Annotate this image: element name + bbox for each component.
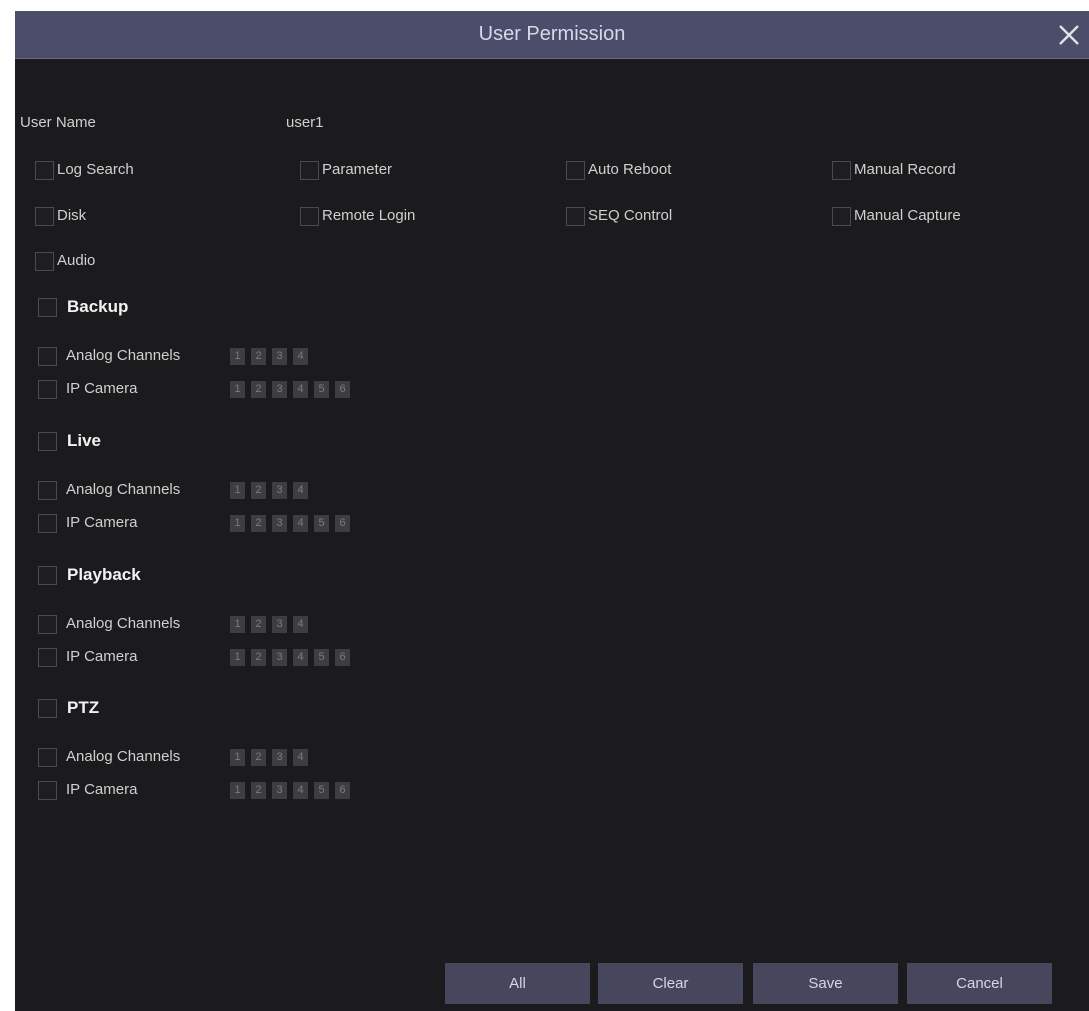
ptz-analog-checkbox[interactable] [38,748,57,767]
seq-control-label: SEQ Control [588,207,673,224]
live-analog-checkbox[interactable] [38,481,57,500]
backup-analog-checkbox[interactable] [38,347,57,366]
auto-reboot-label: Auto Reboot [588,161,672,178]
live-ip-channel-2[interactable]: 2 [251,515,266,532]
playback-ip-channel-3[interactable]: 3 [272,649,287,666]
backup-ip-channel-4[interactable]: 4 [293,381,308,398]
manual-capture-label: Manual Capture [854,207,961,224]
ptz-ip-channel-5[interactable]: 5 [314,782,329,799]
ptz-ip-checkbox[interactable] [38,781,57,800]
ptz-analog-channel-4[interactable]: 4 [293,749,308,766]
save-button[interactable]: Save [753,963,898,1004]
remote-login-checkbox[interactable] [300,207,319,226]
ptz-ip-channel-6[interactable]: 6 [335,782,350,799]
playback-ip-channel-6[interactable]: 6 [335,649,350,666]
parameter-checkbox[interactable] [300,161,319,180]
live-analog-label: Analog Channels [66,481,181,498]
audio-label: Audio [57,252,96,269]
backup-ip-channel-5[interactable]: 5 [314,381,329,398]
disk-label: Disk [57,207,87,224]
audio-checkbox[interactable] [35,252,54,271]
live-ip-channel-5[interactable]: 5 [314,515,329,532]
title-divider [15,58,1089,59]
backup-ip-label: IP Camera [66,380,138,397]
playback-analog-channel-1[interactable]: 1 [230,616,245,633]
backup-ip-channel-3[interactable]: 3 [272,381,287,398]
playback-ip-channel-2[interactable]: 2 [251,649,266,666]
disk-checkbox[interactable] [35,207,54,226]
ptz-analog-label: Analog Channels [66,748,181,765]
remote-login-label: Remote Login [322,207,416,224]
live-section-title: Live [67,431,102,450]
ptz-ip-channel-2[interactable]: 2 [251,782,266,799]
dialog-title: User Permission [478,23,626,45]
ptz-ip-channel-1[interactable]: 1 [230,782,245,799]
ptz-ip-label: IP Camera [66,781,138,798]
live-ip-checkbox[interactable] [38,514,57,533]
backup-section-checkbox[interactable] [38,298,57,317]
live-analog-channel-2[interactable]: 2 [251,482,266,499]
live-section-checkbox[interactable] [38,432,57,451]
parameter-label: Parameter [322,161,393,178]
playback-ip-channel-4[interactable]: 4 [293,649,308,666]
playback-analog-label: Analog Channels [66,615,181,632]
live-ip-label: IP Camera [66,514,138,531]
playback-analog-channel-2[interactable]: 2 [251,616,266,633]
manual-record-checkbox[interactable] [832,161,851,180]
title-bar: User Permission [15,11,1089,58]
all-button[interactable]: All [445,963,590,1004]
live-analog-channel-3[interactable]: 3 [272,482,287,499]
playback-analog-checkbox[interactable] [38,615,57,634]
clear-button[interactable]: Clear [598,963,743,1004]
live-ip-channel-6[interactable]: 6 [335,515,350,532]
ptz-ip-channel-4[interactable]: 4 [293,782,308,799]
manual-capture-checkbox[interactable] [832,207,851,226]
playback-ip-checkbox[interactable] [38,648,57,667]
ptz-analog-channel-2[interactable]: 2 [251,749,266,766]
close-icon[interactable] [1051,17,1087,53]
user-name-label: User Name [20,114,96,131]
ptz-ip-channel-3[interactable]: 3 [272,782,287,799]
user-name-value: user1 [286,114,324,131]
auto-reboot-checkbox[interactable] [566,161,585,180]
log-search-checkbox[interactable] [35,161,54,180]
playback-analog-channel-4[interactable]: 4 [293,616,308,633]
live-analog-channel-4[interactable]: 4 [293,482,308,499]
ptz-analog-channel-3[interactable]: 3 [272,749,287,766]
playback-ip-channel-5[interactable]: 5 [314,649,329,666]
backup-analog-label: Analog Channels [66,347,181,364]
live-ip-channel-4[interactable]: 4 [293,515,308,532]
playback-ip-channel-1[interactable]: 1 [230,649,245,666]
live-analog-channel-1[interactable]: 1 [230,482,245,499]
backup-ip-checkbox[interactable] [38,380,57,399]
live-ip-channel-1[interactable]: 1 [230,515,245,532]
backup-analog-channel-4[interactable]: 4 [293,348,308,365]
backup-section-title: Backup [67,297,129,316]
manual-record-label: Manual Record [854,161,956,178]
log-search-label: Log Search [57,161,134,178]
live-ip-channel-3[interactable]: 3 [272,515,287,532]
playback-section-title: Playback [67,565,141,584]
backup-analog-channel-1[interactable]: 1 [230,348,245,365]
ptz-section-checkbox[interactable] [38,699,57,718]
ptz-analog-channel-1[interactable]: 1 [230,749,245,766]
backup-analog-channel-3[interactable]: 3 [272,348,287,365]
user-permission-dialog: User Permission User Name user1 Log Sear… [15,11,1089,1011]
cancel-button[interactable]: Cancel [907,963,1052,1004]
backup-ip-channel-1[interactable]: 1 [230,381,245,398]
backup-ip-channel-6[interactable]: 6 [335,381,350,398]
playback-analog-channel-3[interactable]: 3 [272,616,287,633]
backup-ip-channel-2[interactable]: 2 [251,381,266,398]
backup-analog-channel-2[interactable]: 2 [251,348,266,365]
playback-section-checkbox[interactable] [38,566,57,585]
ptz-section-title: PTZ [67,698,100,717]
playback-ip-label: IP Camera [66,648,138,665]
seq-control-checkbox[interactable] [566,207,585,226]
